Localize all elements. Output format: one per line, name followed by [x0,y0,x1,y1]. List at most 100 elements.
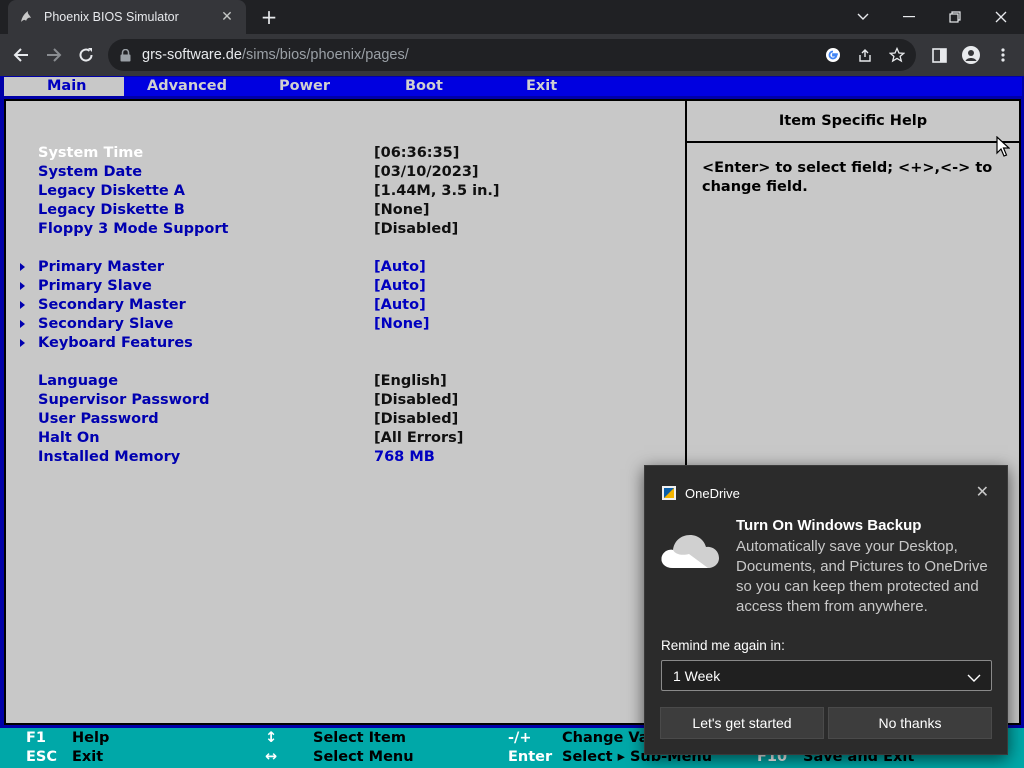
row-label: System Date [38,164,143,180]
row-label: Legacy Diskette B [38,202,185,218]
toolbar-right-actions [926,42,1016,68]
tab-close-icon[interactable]: ✕ [218,9,236,25]
forward-arrow-icon[interactable] [41,42,67,68]
row-value[interactable]: [Auto] [374,277,426,296]
bios-row-system-date[interactable]: System Date [03/10/2023] [6,163,682,182]
phoenix-favicon-icon [18,9,34,25]
onedrive-notification: OneDrive ✕ Turn On Windows Backup Automa… [644,465,1008,755]
toast-body: Automatically save your Desktop, Documen… [736,538,988,615]
submenu-arrow-icon [20,320,25,328]
tab-search-icon[interactable] [840,0,886,34]
key-updown-desc: Select Item [313,730,406,746]
tab-title: Phoenix BIOS Simulator [44,10,179,24]
row-label: Primary Master [38,259,165,275]
bios-row-keyboard-features[interactable]: Keyboard Features [6,334,682,353]
row-label: System Time [38,145,144,161]
minimize-icon[interactable] [886,0,932,34]
bios-row-legacy-diskette-b[interactable]: Legacy Diskette B [None] [6,201,682,220]
key-leftright-desc: Select Menu [313,749,414,765]
bios-row-primary-slave[interactable]: Primary Slave [Auto] [6,277,682,296]
toast-close-icon[interactable]: ✕ [976,482,989,502]
close-window-icon[interactable] [978,0,1024,34]
bios-menu-bar: Main Advanced Power Boot Exit [4,77,1022,96]
row-label: Halt On [38,430,100,446]
row-value[interactable]: [All Errors] [374,429,463,448]
row-value[interactable]: [03/10/2023] [374,163,479,182]
address-bar[interactable]: grs-software.de/sims/bios/phoenix/pages/ [108,39,916,71]
bios-row-secondary-master[interactable]: Secondary Master [Auto] [6,296,682,315]
bios-menu-exit[interactable]: Exit [526,77,557,96]
row-value[interactable]: [Auto] [374,296,426,315]
key-f1: F1 [26,730,46,746]
bios-menu-boot[interactable]: Boot [405,77,443,96]
window-controls [840,0,1024,34]
key-plusminus: -/+ [508,730,532,746]
onedrive-app-icon [661,485,677,501]
back-arrow-icon[interactable] [8,42,34,68]
bios-row-primary-master[interactable]: Primary Master [Auto] [6,258,682,277]
address-bar-actions [820,43,910,67]
remind-label: Remind me again in: [661,638,785,653]
remind-select-value: 1 Week [673,667,721,684]
submenu-arrow-icon [20,263,25,271]
profile-avatar-icon[interactable] [958,42,984,68]
bookmark-star-icon[interactable] [884,43,910,67]
url-text: grs-software.de/sims/bios/phoenix/pages/ [142,47,409,63]
bios-row-installed-memory[interactable]: Installed Memory 768 MB [6,448,682,467]
share-icon[interactable] [852,43,878,67]
bios-row-language[interactable]: Language [English] [6,372,682,391]
no-thanks-button[interactable]: No thanks [828,707,992,739]
restore-icon[interactable] [932,0,978,34]
row-value[interactable]: [Disabled] [374,391,458,410]
key-leftright-icon: ↔ [265,749,278,765]
lets-get-started-button[interactable]: Let's get started [660,707,824,739]
row-label: Legacy Diskette A [38,183,186,199]
bios-row-floppy-3-mode[interactable]: Floppy 3 Mode Support [Disabled] [6,220,682,239]
row-label: Secondary Slave [38,316,174,332]
mouse-cursor-icon [996,135,1011,162]
row-value[interactable]: [None] [374,201,430,220]
bios-row-halt-on[interactable]: Halt On [All Errors] [6,429,682,448]
bios-menu-power[interactable]: Power [279,77,330,96]
key-plusminus-desc: Change Val [562,730,654,746]
row-value[interactable]: [None] [374,315,430,334]
key-esc-desc: Exit [72,749,104,765]
help-text: <Enter> to select field; <+>,<-> to chan… [702,160,993,195]
help-title: Item Specific Help [687,101,1019,143]
reload-icon[interactable] [73,42,99,68]
toast-title: Turn On Windows Backup [736,517,922,534]
new-tab-button[interactable]: + [258,6,280,28]
bios-row-user-password[interactable]: User Password [Disabled] [6,410,682,429]
row-value: 768 MB [374,449,435,465]
row-value[interactable]: [English] [374,372,447,391]
cloud-icon [659,528,721,575]
key-f1-desc: Help [72,730,110,746]
bios-menu-advanced[interactable]: Advanced [147,77,227,96]
browser-toolbar: grs-software.de/sims/bios/phoenix/pages/ [0,34,1024,76]
more-menu-icon[interactable] [990,42,1016,68]
row-label: Secondary Master [38,297,186,313]
bios-row-system-time[interactable]: System Time [06:36:35] [6,144,682,163]
chevron-down-icon [967,670,981,686]
row-label: Language [38,373,119,389]
row-label: User Password [38,411,159,427]
toast-app-name: OneDrive [685,485,740,501]
bios-row-legacy-diskette-a[interactable]: Legacy Diskette A [1.44M, 3.5 in.] [6,182,682,201]
row-value[interactable]: [06:36:35] [374,144,459,163]
bios-menu-main[interactable]: Main [4,77,124,96]
toast-app-header: OneDrive [661,485,740,501]
bios-row-supervisor-password[interactable]: Supervisor Password [Disabled] [6,391,682,410]
row-value[interactable]: [1.44M, 3.5 in.] [374,182,500,201]
row-value[interactable]: [Auto] [374,258,426,277]
row-label: Floppy 3 Mode Support [38,221,229,237]
google-icon[interactable] [820,43,846,67]
browser-tab[interactable]: Phoenix BIOS Simulator ✕ [8,0,246,34]
lock-icon[interactable] [120,48,134,62]
side-panel-icon[interactable] [926,42,952,68]
bios-row-secondary-slave[interactable]: Secondary Slave [None] [6,315,682,334]
key-enter: Enter [508,749,553,765]
remind-select[interactable]: 1 Week [661,660,992,691]
row-value[interactable]: [Disabled] [374,220,458,239]
key-esc: ESC [26,749,57,765]
row-value[interactable]: [Disabled] [374,410,458,429]
